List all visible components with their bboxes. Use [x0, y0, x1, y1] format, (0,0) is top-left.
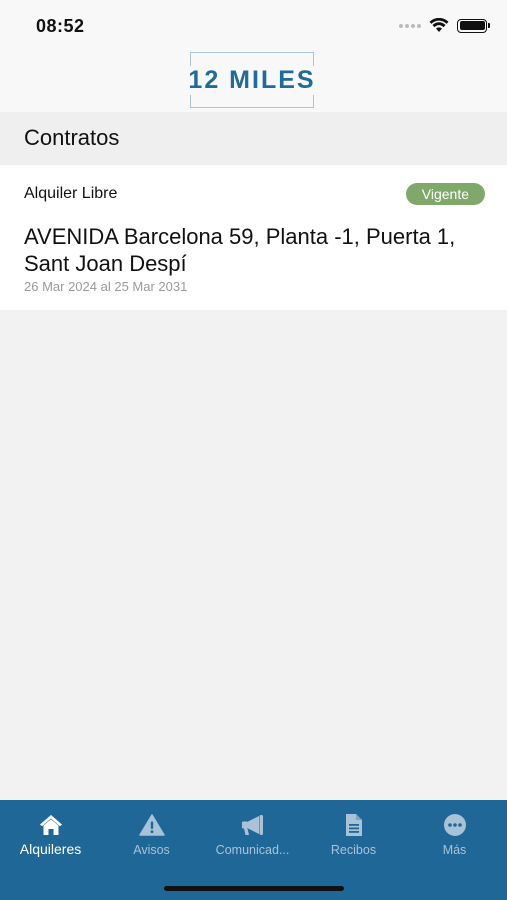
contract-type: Alquiler Libre: [24, 185, 118, 202]
tab-recibos[interactable]: Recibos: [303, 812, 404, 857]
more-icon: [443, 814, 466, 836]
section-header: Contratos: [0, 112, 507, 165]
home-indicator[interactable]: [164, 886, 344, 891]
tab-label: Más: [442, 843, 467, 857]
tab-alquileres[interactable]: Alquileres: [0, 812, 101, 857]
home-icon: [39, 815, 62, 835]
tab-label: Alquileres: [19, 841, 82, 857]
warning-icon: [138, 814, 165, 836]
tab-label: Recibos: [330, 843, 377, 857]
status-badge: Vigente: [405, 183, 485, 205]
status-icons: [399, 18, 490, 33]
document-icon: [345, 814, 362, 836]
cellular-signal-icon: [399, 23, 421, 28]
tab-label: Comunicad...: [215, 843, 290, 857]
status-bar: 08:52: [0, 0, 507, 50]
logo-text: 12 MILES: [186, 65, 318, 95]
tab-label: Avisos: [133, 843, 170, 857]
app-header: 12 MILES: [0, 50, 507, 112]
contract-card[interactable]: Alquiler Libre Vigente AVENIDA Barcelona…: [0, 165, 507, 310]
battery-icon: [457, 18, 490, 33]
contract-address: AVENIDA Barcelona 59, Planta -1, Puerta …: [24, 224, 456, 276]
tab-avisos[interactable]: Avisos: [101, 812, 202, 857]
megaphone-icon: [241, 815, 263, 835]
contract-period: 26 Mar 2024 al 25 Mar 2031: [24, 279, 188, 294]
bottom-tab-bar: Alquileres Avisos Comunicad... Recibos M…: [0, 800, 507, 900]
status-time: 08:52: [36, 16, 85, 36]
page-title: Contratos: [24, 125, 120, 150]
wifi-icon: [429, 18, 449, 32]
brand-logo: 12 MILES: [186, 52, 318, 108]
tab-comunicados[interactable]: Comunicad...: [202, 812, 303, 857]
tab-mas[interactable]: Más: [404, 812, 505, 857]
